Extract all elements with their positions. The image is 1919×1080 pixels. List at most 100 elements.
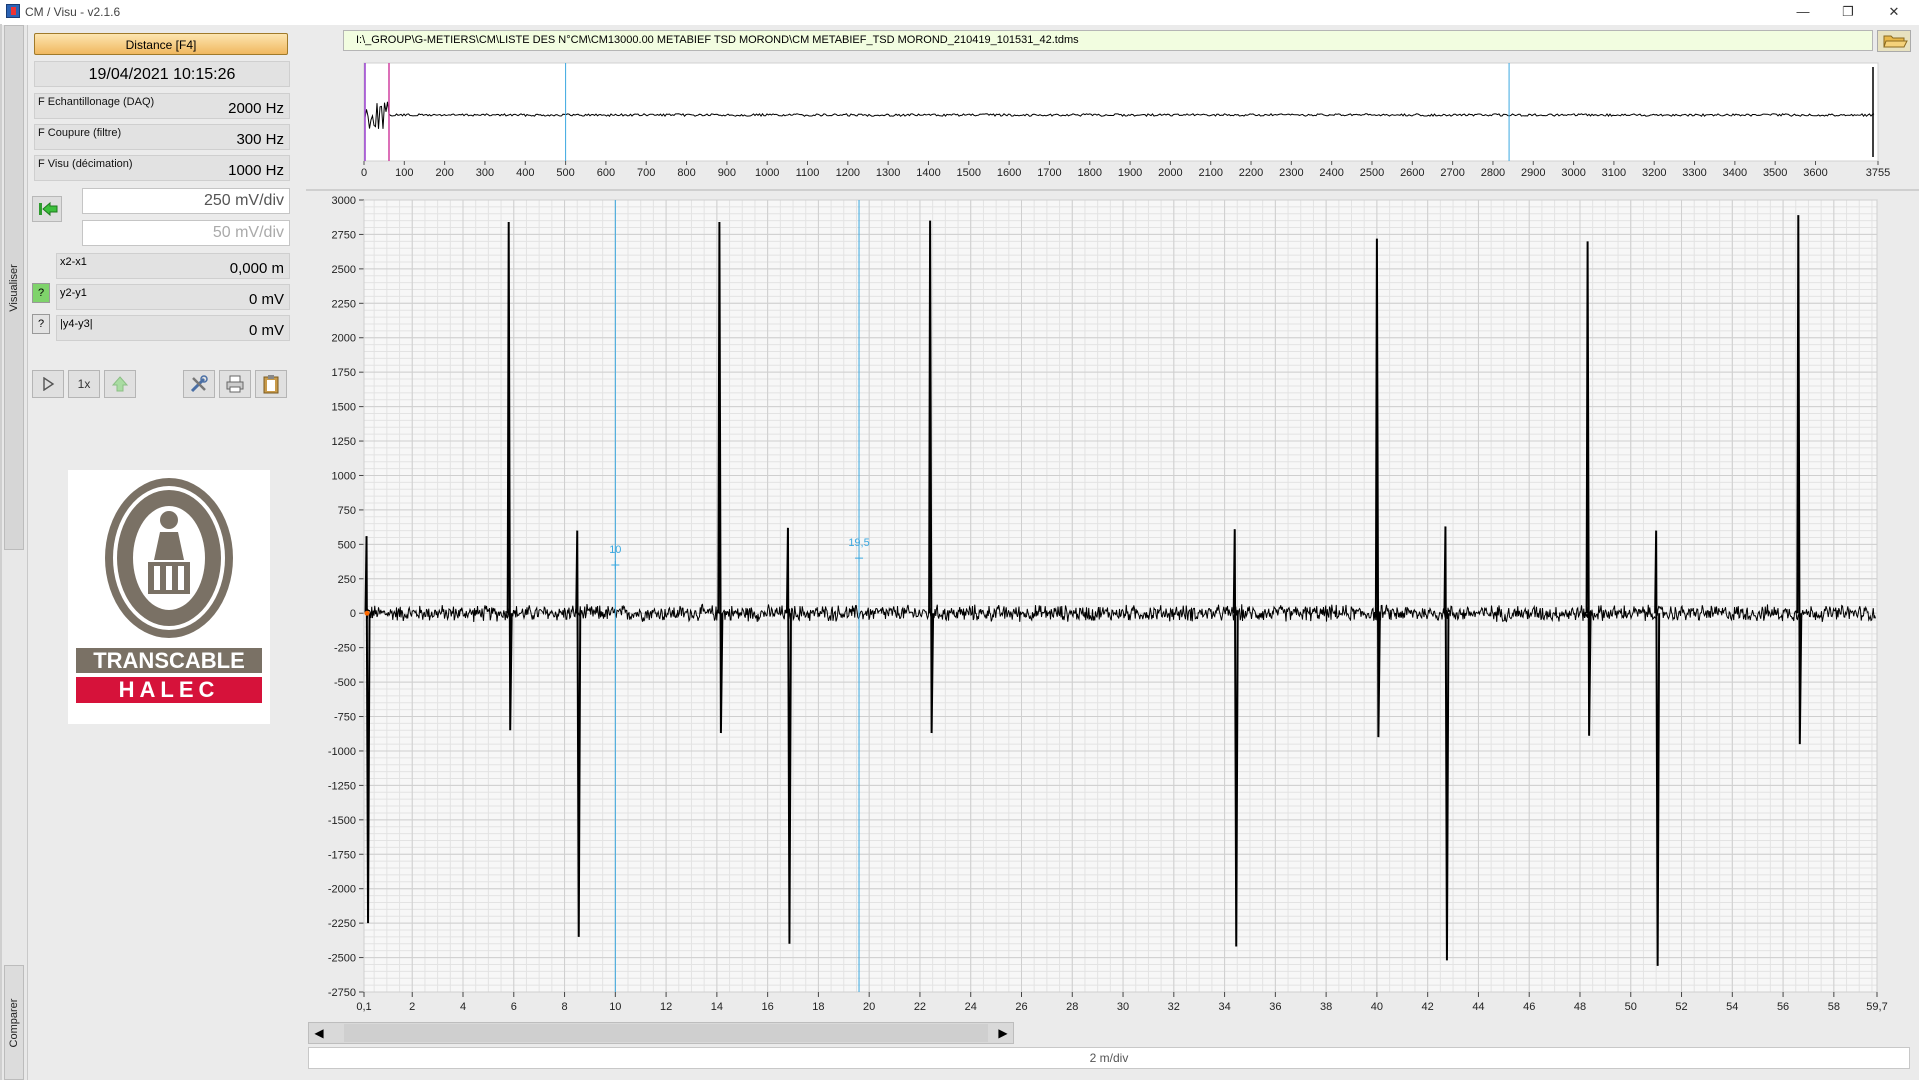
overview-tick-label: 2800: [1481, 167, 1505, 179]
x-tick-label: 34: [1218, 1001, 1230, 1013]
x-tick-label: 22: [914, 1001, 926, 1013]
overview-tick-label: 1400: [916, 167, 940, 179]
param-decimation-value: 1000 Hz: [228, 162, 284, 179]
clipboard-icon: [263, 375, 279, 394]
cursor-label-2: 19,5: [848, 537, 869, 549]
x-tick-label: 44: [1472, 1001, 1484, 1013]
folder-icon: [1883, 35, 1908, 48]
scroll-left-icon[interactable]: ◀: [310, 1022, 328, 1044]
x-tick-label: 48: [1574, 1001, 1586, 1013]
overview-tick-label: 3400: [1723, 167, 1747, 179]
overview-tick-label: 1300: [876, 167, 900, 179]
param-sampling-label: F Echantillonage (DAQ): [38, 96, 155, 108]
param-decimation: F Visu (décimation) 1000 Hz: [34, 155, 290, 181]
measure-x-value: 0,000 m: [229, 260, 284, 277]
restore-icon[interactable]: ❐: [1825, 0, 1871, 24]
param-cutoff-value: 300 Hz: [236, 131, 284, 148]
measure-y-value: 0 mV: [248, 291, 284, 308]
file-path-field[interactable]: I:\_GROUP\G-METIERS\CM\LISTE DES N°CM\CM…: [343, 30, 1873, 51]
scroll-right-icon[interactable]: ▶: [994, 1022, 1012, 1044]
measure-y4-y3: |y4-y3| 0 mV: [56, 315, 290, 341]
help-y4-button[interactable]: ?: [32, 314, 50, 334]
overview-tick-label: 0: [361, 167, 367, 179]
overview-tick-label: 2000: [1158, 167, 1182, 179]
overview-tick-label: 1900: [1118, 167, 1142, 179]
close-icon[interactable]: ✕: [1871, 0, 1917, 24]
measure-y-label: y2-y1: [60, 287, 87, 299]
tab-visualiser[interactable]: Visualiser: [4, 25, 24, 550]
x-tick-label: 0,1: [356, 1001, 371, 1013]
measure-abs-label: |y4-y3|: [60, 318, 93, 330]
minimize-icon[interactable]: —: [1780, 0, 1826, 24]
clipboard-button[interactable]: [255, 370, 287, 398]
vertical-tabs: Visualiser Comparer: [2, 25, 28, 1080]
overview-tick-label: 100: [395, 167, 413, 179]
upload-button[interactable]: [104, 370, 136, 398]
y-tick-label: 1750: [332, 367, 356, 379]
y-tick-label: 250: [338, 574, 356, 586]
overview-tick-label: 2700: [1440, 167, 1464, 179]
overview-tick-label: 2400: [1319, 167, 1343, 179]
overview-chart[interactable]: 0 100 200 300 400 500 600 700 800 900 1000 1100 1200…: [306, 55, 1919, 187]
measure-y2-y1: y2-y1 0 mV: [56, 284, 290, 310]
scrollbar-thumb[interactable]: [344, 1024, 988, 1042]
vdiv-main-input[interactable]: 250 mV/div: [82, 188, 290, 214]
overview-tick-label: 2300: [1279, 167, 1303, 179]
printer-icon: [226, 375, 244, 393]
x-tick-label: 50: [1625, 1001, 1637, 1013]
tab-comparer[interactable]: Comparer: [4, 965, 24, 1080]
cursor-label-1: 10: [609, 544, 621, 556]
x-tick-label: 40: [1371, 1001, 1383, 1013]
x-tick-label: 26: [1015, 1001, 1027, 1013]
y-tick-label: -2750: [328, 987, 356, 999]
measure-abs-value: 0 mV: [248, 322, 284, 339]
overview-tick-label: 500: [556, 167, 574, 179]
param-cutoff-label: F Coupure (filtre): [38, 127, 122, 139]
x-tick-label: 54: [1726, 1001, 1738, 1013]
speed-button[interactable]: 1x: [68, 370, 100, 398]
overview-tick-label: 2900: [1521, 167, 1545, 179]
play-button[interactable]: [32, 370, 64, 398]
go-start-button[interactable]: [32, 196, 62, 222]
x-tick-label: 18: [812, 1001, 824, 1013]
y-tick-label: -2250: [328, 918, 356, 930]
overview-tick-label: 3200: [1642, 167, 1666, 179]
y-tick-label: -2000: [328, 884, 356, 896]
x-tick-label: 28: [1066, 1001, 1078, 1013]
help-y2-button[interactable]: ?: [32, 283, 50, 303]
horizontal-scale-field[interactable]: 2 m/div: [308, 1047, 1910, 1069]
y-tick-label: -500: [334, 677, 356, 689]
overview-tick-label: 1500: [957, 167, 981, 179]
bureau-veritas-seal-icon: [105, 478, 233, 638]
upload-icon: [111, 376, 129, 392]
overview-tick-label: 1800: [1078, 167, 1102, 179]
overview-tick-label: 800: [677, 167, 695, 179]
x-tick-label: 12: [660, 1001, 672, 1013]
param-decimation-label: F Visu (décimation): [38, 158, 133, 170]
go-start-icon: [39, 201, 58, 217]
logo-transcable: TRANSCABLE: [76, 648, 262, 673]
distance-button[interactable]: Distance [F4]: [34, 33, 288, 55]
open-folder-button[interactable]: [1877, 30, 1911, 52]
x-tick-label: 36: [1269, 1001, 1281, 1013]
print-button[interactable]: [219, 370, 251, 398]
overview-tick-label: 1100: [796, 167, 820, 179]
overview-tick-label: 200: [435, 167, 453, 179]
y-tick-label: 1500: [332, 402, 356, 414]
param-sampling: F Echantillonage (DAQ) 2000 Hz: [34, 93, 290, 119]
y-tick-label: -1250: [328, 780, 356, 792]
y-tick-label: 3000: [332, 195, 356, 207]
x-tick-label: 38: [1320, 1001, 1332, 1013]
overview-tick-label: 300: [476, 167, 494, 179]
x-tick-label: 32: [1168, 1001, 1180, 1013]
overview-tick-label: 2600: [1400, 167, 1424, 179]
vdiv-secondary-input[interactable]: 50 mV/div: [82, 220, 290, 246]
x-tick-label: 4: [460, 1001, 466, 1013]
main-chart[interactable]: 3000275025002250200017501500125010007505…: [306, 192, 1919, 1022]
overview-tick-label: 600: [597, 167, 615, 179]
settings-button[interactable]: [183, 370, 215, 398]
x-tick-label: 20: [863, 1001, 875, 1013]
param-sampling-value: 2000 Hz: [228, 100, 284, 117]
logo-halec: HALEC: [76, 677, 262, 703]
x-tick-label: 52: [1675, 1001, 1687, 1013]
